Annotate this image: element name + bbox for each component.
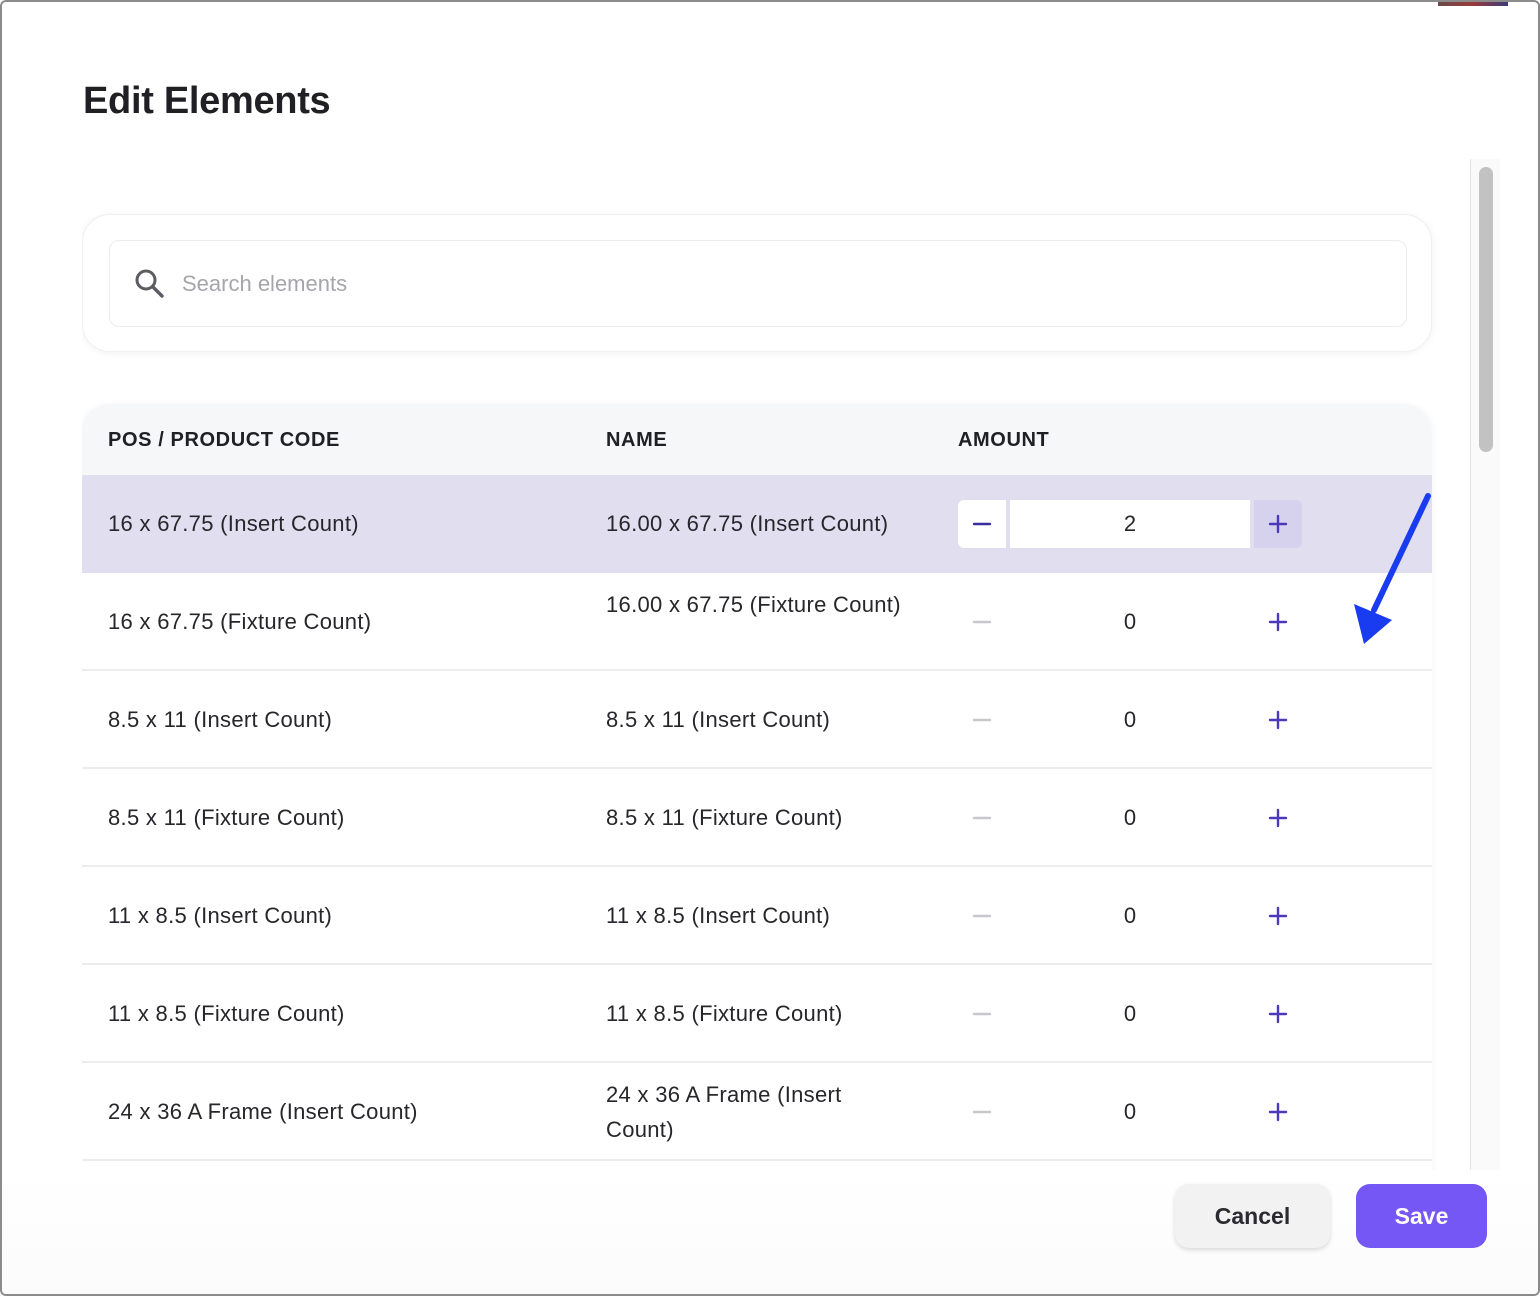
increment-button[interactable] (1254, 892, 1302, 940)
product-code: 24 x 36 A Frame (Insert Count) (108, 1099, 418, 1124)
minus-icon (972, 1012, 992, 1016)
product-name: 24 x 36 A Frame (Insert Count) (606, 1082, 842, 1142)
amount-input[interactable]: 0 (1010, 990, 1250, 1038)
minus-icon (972, 718, 992, 722)
product-name: 11 x 8.5 (Insert Count) (606, 903, 831, 928)
amount-input[interactable]: 0 (1010, 1088, 1250, 1136)
product-code: 11 x 8.5 (Insert Count) (108, 903, 333, 928)
increment-button[interactable] (1254, 696, 1302, 744)
minus-icon (972, 914, 992, 918)
plus-icon (1268, 1004, 1288, 1024)
plus-icon (1268, 612, 1288, 632)
cancel-button[interactable]: Cancel (1175, 1184, 1330, 1248)
decrement-button[interactable] (958, 1088, 1006, 1136)
product-name: 8.5 x 11 (Insert Count) (606, 707, 831, 732)
table-row: 24 x 36 A Frame (Insert Count) 24 x 36 A … (82, 1063, 1432, 1161)
table-row: 8.5 x 11 (Insert Count) 8.5 x 11 (Insert … (82, 671, 1432, 769)
product-code: 16 x 67.75 (Fixture Count) (108, 609, 372, 634)
minus-icon (972, 522, 992, 526)
search-box[interactable] (109, 240, 1407, 327)
increment-button[interactable] (1254, 500, 1302, 548)
column-header-code: POS / PRODUCT CODE (108, 429, 340, 451)
scrollbar-thumb[interactable] (1479, 167, 1493, 452)
minus-icon (972, 620, 992, 624)
table-header: POS / PRODUCT CODE NAME AMOUNT (82, 404, 1432, 475)
decrement-button[interactable] (958, 598, 1006, 646)
table-row: 16 x 67.75 (Fixture Count) 16.00 x 67.75 … (82, 573, 1432, 671)
amount-input[interactable]: 0 (1010, 794, 1250, 842)
decrement-button[interactable] (958, 990, 1006, 1038)
decrement-button[interactable] (958, 696, 1006, 744)
save-button[interactable]: Save (1356, 1184, 1487, 1248)
column-header-amount: AMOUNT (958, 429, 1050, 451)
amount-input[interactable]: 0 (1010, 892, 1250, 940)
dialog-title: Edit Elements (83, 80, 331, 122)
product-code: 11 x 8.5 (Fixture Count) (108, 1001, 345, 1026)
search-card (82, 214, 1432, 352)
product-name: 16.00 x 67.75 (Insert Count) (606, 511, 889, 536)
plus-icon (1268, 906, 1288, 926)
decrement-button[interactable] (958, 500, 1006, 548)
search-input[interactable] (182, 270, 1282, 297)
decrement-button[interactable] (958, 892, 1006, 940)
table-row: 8.5 x 11 (Fixture Count) 8.5 x 11 (Fixtur… (82, 769, 1432, 867)
increment-button[interactable] (1254, 990, 1302, 1038)
amount-input[interactable]: 0 (1010, 598, 1250, 646)
amount-input[interactable]: 0 (1010, 696, 1250, 744)
product-code: 16 x 67.75 (Insert Count) (108, 511, 359, 536)
minus-icon (972, 816, 992, 820)
plus-icon (1268, 514, 1288, 534)
product-name: 8.5 x 11 (Fixture Count) (606, 805, 843, 830)
dialog-footer: Cancel Save (2, 1170, 1538, 1294)
elements-table: POS / PRODUCT CODE NAME AMOUNT 16 x 67.7… (82, 404, 1432, 1170)
increment-button[interactable] (1254, 794, 1302, 842)
product-code: 8.5 x 11 (Insert Count) (108, 707, 333, 732)
background-window-edge (1438, 2, 1508, 6)
plus-icon (1268, 1102, 1288, 1122)
table-row: 16 x 67.75 (Insert Count) 16.00 x 67.75 (… (82, 475, 1432, 573)
product-code: 8.5 x 11 (Fixture Count) (108, 805, 345, 830)
product-name: 16.00 x 67.75 (Fixture Count) (606, 592, 901, 617)
amount-input[interactable]: 2 (1010, 500, 1250, 548)
increment-button[interactable] (1254, 598, 1302, 646)
plus-icon (1268, 808, 1288, 828)
annotation-arrow (1354, 493, 1431, 644)
scroll-area: POS / PRODUCT CODE NAME AMOUNT 16 x 67.7… (82, 162, 1472, 1170)
increment-button[interactable] (1254, 1088, 1302, 1136)
plus-icon (1268, 710, 1288, 730)
table-row: 11 x 8.5 (Fixture Count) 11 x 8.5 (Fixtur… (82, 965, 1432, 1063)
column-header-name: NAME (606, 429, 668, 451)
search-icon (133, 267, 167, 301)
minus-icon (972, 1110, 992, 1114)
decrement-button[interactable] (958, 794, 1006, 842)
edit-elements-dialog: Edit Elements POS / PRODUCT CODE NAME AM… (0, 0, 1540, 1296)
scrollbar[interactable] (1470, 159, 1500, 1170)
table-row: 11 x 8.5 (Insert Count) 11 x 8.5 (Insert … (82, 867, 1432, 965)
product-name: 11 x 8.5 (Fixture Count) (606, 1001, 843, 1026)
